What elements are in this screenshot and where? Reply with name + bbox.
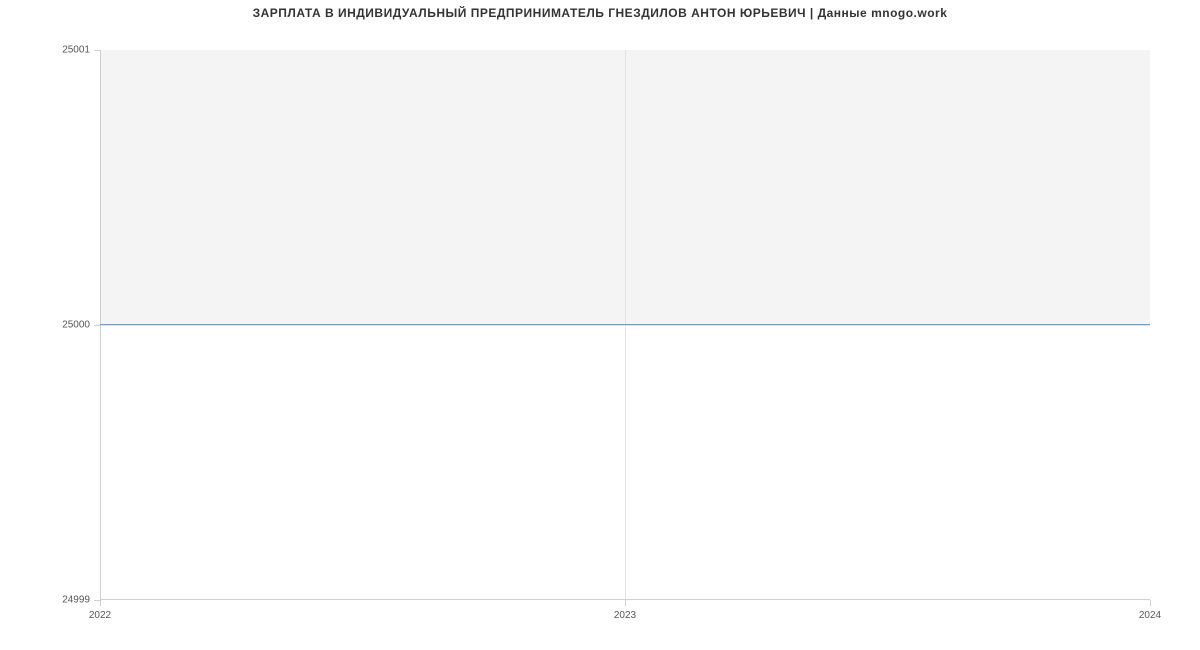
y-tick-label: 25001	[62, 45, 90, 56]
chart-container: ЗАРПЛАТА В ИНДИВИДУАЛЬНЫЙ ПРЕДПРИНИМАТЕЛ…	[0, 0, 1200, 650]
x-tick-label: 2023	[614, 610, 636, 621]
chart-title: ЗАРПЛАТА В ИНДИВИДУАЛЬНЫЙ ПРЕДПРИНИМАТЕЛ…	[0, 6, 1200, 20]
plot-area: 25001 25000 24999 2022 2023 2024	[100, 50, 1150, 600]
x-tick	[625, 600, 626, 606]
x-tick-label: 2022	[89, 610, 111, 621]
gridline-vertical-mid	[625, 50, 626, 600]
x-tick-label: 2024	[1139, 610, 1161, 621]
y-tick	[94, 50, 100, 51]
y-tick	[94, 325, 100, 326]
y-tick-label: 24999	[62, 595, 90, 606]
x-tick	[100, 600, 101, 606]
y-axis-line	[100, 50, 101, 600]
data-line	[100, 324, 1150, 325]
y-tick-label: 25000	[62, 320, 90, 331]
x-tick	[1150, 600, 1151, 606]
